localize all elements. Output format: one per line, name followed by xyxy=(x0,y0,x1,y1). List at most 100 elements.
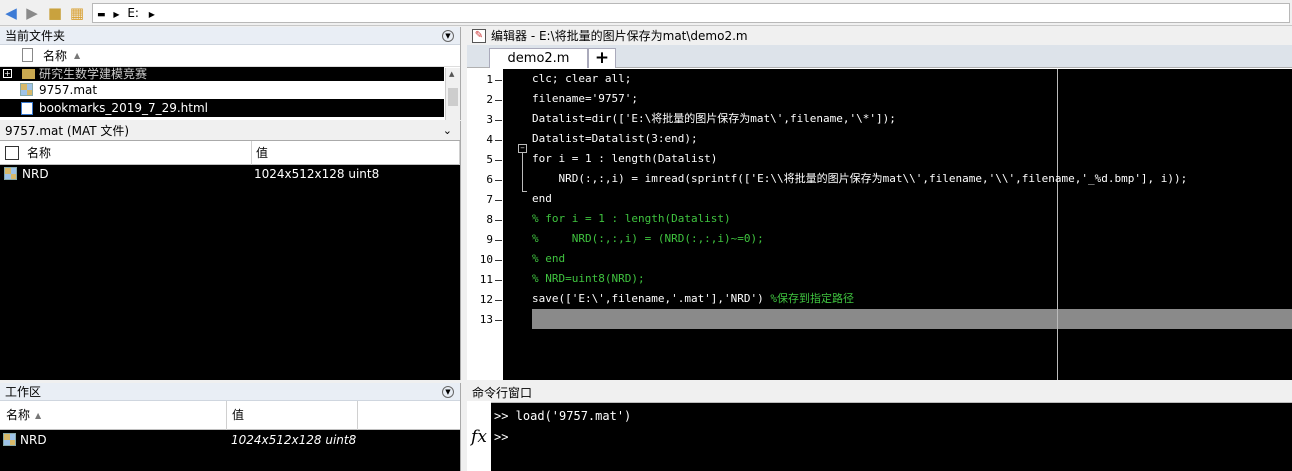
code-line[interactable]: NRD(:,:,i) = imread(sprintf(['E:\\将批量的图片… xyxy=(532,169,1187,189)
code-line[interactable]: % for i = 1 : length(Datalist) xyxy=(532,209,731,229)
arrow-right-icon[interactable]: ▶ xyxy=(24,4,40,22)
plus-icon: + xyxy=(594,48,610,68)
folder-icon xyxy=(22,69,35,79)
line-number: 9 xyxy=(486,233,493,246)
current-folder-title: 当前文件夹 ▼ xyxy=(0,27,460,45)
path-chevron-icon[interactable]: ▶ xyxy=(149,10,155,19)
scroll-up-icon[interactable]: ▲ xyxy=(449,70,454,78)
arrow-left-icon[interactable]: ◀ xyxy=(3,4,19,22)
line-number: 2 xyxy=(486,93,493,106)
list-item[interactable]: bookmarks_2019_7_29.html xyxy=(0,99,444,117)
function-browser-icon[interactable]: fx xyxy=(467,401,491,471)
fold-icon[interactable]: – xyxy=(518,144,527,153)
fold-line xyxy=(522,153,523,192)
list-item[interactable]: + 研究生数学建模竞赛 xyxy=(0,67,444,81)
list-item[interactable]: 9757.mat xyxy=(0,81,444,99)
breakpoint-marker[interactable] xyxy=(495,160,502,161)
code-text: NRD(:,:,i) = imread(sprintf(['E:\\将批量的图片… xyxy=(532,172,1188,185)
tab-demo2[interactable]: demo2.m xyxy=(489,48,588,68)
variable-value: 1024x512x128 uint8 xyxy=(231,433,357,447)
table-row[interactable]: NRD 1024x512x128 uint8 xyxy=(0,165,460,183)
variable-name: NRD xyxy=(20,433,47,447)
path-input[interactable]: ▬ ▶ E: ▶ xyxy=(92,3,1290,23)
value-column-header[interactable]: 值 xyxy=(256,141,268,165)
command-prompt[interactable]: >> xyxy=(494,430,508,444)
breakpoint-marker[interactable] xyxy=(495,200,502,201)
command-window-title: 命令行窗口 xyxy=(467,383,1292,403)
code-line[interactable]: filename='9757'; xyxy=(532,89,638,109)
code-text: filename='9757'; xyxy=(532,92,638,105)
breakpoint-marker[interactable] xyxy=(495,240,502,241)
value-column-header[interactable]: 值 xyxy=(232,401,244,430)
chevron-down-icon[interactable]: ⌄ xyxy=(443,121,452,141)
path-segment[interactable]: E: xyxy=(127,6,139,20)
panel-menu-icon[interactable]: ▼ xyxy=(442,386,454,398)
breakpoint-marker[interactable] xyxy=(495,100,502,101)
file-icon xyxy=(22,48,33,62)
column-divider[interactable] xyxy=(226,401,227,430)
sort-asc-icon: ▲ xyxy=(35,411,42,420)
code-text: clc; clear all; xyxy=(532,72,632,85)
breakpoint-marker[interactable] xyxy=(495,220,502,221)
drive-icon: ▬ xyxy=(97,10,106,20)
path-chevron-icon[interactable]: ▶ xyxy=(113,10,119,19)
variable-icon xyxy=(4,167,17,180)
breakpoint-marker[interactable] xyxy=(495,120,502,121)
code-text: Datalist=Datalist(3:end); xyxy=(532,132,698,145)
line-number: 12 xyxy=(479,293,493,306)
editor-tabs: demo2.m + xyxy=(467,45,1292,68)
code-area[interactable]: – clc; clear all; filename='9757'; Datalis… xyxy=(503,69,1292,380)
name-column-header[interactable]: 名称 xyxy=(6,401,30,430)
code-line[interactable]: end xyxy=(532,189,552,209)
breakpoint-marker[interactable] xyxy=(495,180,502,181)
folder-column-header[interactable]: 名称 ▲ xyxy=(0,45,460,67)
code-line[interactable]: % NRD=uint8(NRD); xyxy=(532,269,645,289)
breakpoint-marker[interactable] xyxy=(495,80,502,81)
add-tab-button[interactable]: + xyxy=(588,48,616,68)
folder-scrollbar[interactable]: ▲ xyxy=(445,68,460,120)
list-item-label: bookmarks_2019_7_29.html xyxy=(39,101,209,115)
breakpoint-marker[interactable] xyxy=(495,320,502,321)
line-number: 10 xyxy=(479,253,493,266)
breakpoint-marker[interactable] xyxy=(495,280,502,281)
line-number: 11 xyxy=(479,273,493,286)
table-row[interactable]: NRD 1024x512x128 uint8 xyxy=(0,431,460,449)
code-text: Datalist=dir(['E:\将批量的图片保存为mat\',filenam… xyxy=(532,112,896,125)
browse-folder-icon[interactable]: ▦ xyxy=(68,4,86,22)
column-divider[interactable] xyxy=(251,141,252,165)
line-number: 6 xyxy=(486,173,493,186)
editor-icon: ✎ xyxy=(472,29,486,43)
fx-label: fx xyxy=(471,427,487,447)
details-table-header: 名称 值 xyxy=(0,141,460,165)
code-comment: %保存到指定路径 xyxy=(770,292,855,305)
variable-name: NRD xyxy=(22,167,49,181)
sort-asc-icon: ▲ xyxy=(74,51,81,60)
command-history-line: >> load('9757.mat') xyxy=(494,409,632,423)
code-line[interactable]: % NRD(:,:,i) = (NRD(:,:,i)~=0); xyxy=(532,229,764,249)
variable-value: 1024x512x128 uint8 xyxy=(254,167,380,181)
code-line[interactable]: Datalist=dir(['E:\将批量的图片保存为mat\',filenam… xyxy=(532,109,896,129)
panel-menu-icon[interactable]: ▼ xyxy=(442,30,454,42)
scrollbar-thumb[interactable] xyxy=(448,88,458,106)
breakpoint-marker[interactable] xyxy=(495,260,502,261)
line-number: 4 xyxy=(486,133,493,146)
breakpoint-marker[interactable] xyxy=(495,300,502,301)
code-line[interactable]: clc; clear all; xyxy=(532,69,631,89)
code-text: for i = 1 : length(Datalist) xyxy=(532,152,718,165)
workspace-panel: 工作区 ▼ 名称 ▲ 值 NRD 1024x512x128 uint8 xyxy=(0,383,461,471)
column-divider[interactable] xyxy=(459,141,460,165)
code-line[interactable]: save(['E:\',filename,'.mat'],'NRD') %保存到… xyxy=(532,289,854,309)
folder-up-icon[interactable]: ■ xyxy=(46,4,64,22)
name-column-header[interactable]: 名称 xyxy=(27,141,51,165)
column-divider[interactable] xyxy=(357,401,358,430)
line-number: 5 xyxy=(486,153,493,166)
expand-icon[interactable]: + xyxy=(3,69,12,78)
name-column-header[interactable]: 名称 xyxy=(43,45,67,66)
code-comment: % NRD=uint8(NRD); xyxy=(532,272,645,285)
tab-label: demo2.m xyxy=(507,51,570,66)
breakpoint-marker[interactable] xyxy=(495,140,502,141)
code-line[interactable]: for i = 1 : length(Datalist) xyxy=(532,149,717,169)
editor-panel: ✎ 编辑器 - E:\将批量的图片保存为mat\demo2.m demo2.m … xyxy=(467,27,1292,380)
code-line[interactable]: Datalist=Datalist(3:end); xyxy=(532,129,698,149)
code-line[interactable]: % end xyxy=(532,249,565,269)
